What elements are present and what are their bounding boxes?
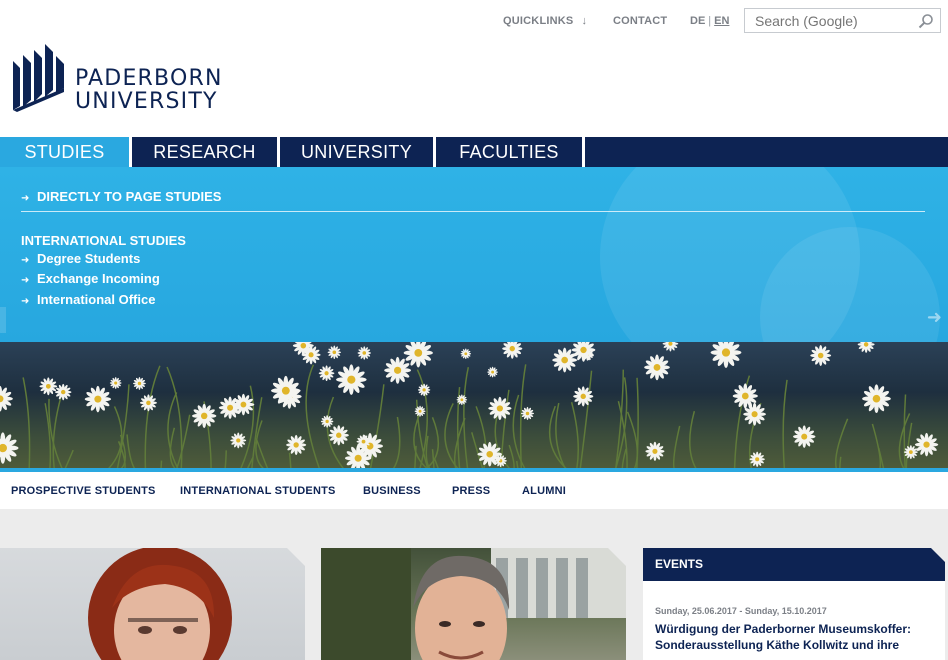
daisy-flower <box>857 342 875 353</box>
daisy-flower <box>192 403 217 429</box>
card-corner-cut <box>608 548 626 566</box>
daisy-flower <box>645 441 665 461</box>
flyout-divider <box>21 211 925 212</box>
daisy-flower <box>357 346 372 360</box>
daisy-flower <box>336 364 367 395</box>
event-title-link[interactable]: Würdigung der Paderborner Museumskoffer:… <box>655 621 940 653</box>
daisy-flower <box>793 425 816 448</box>
search-input[interactable] <box>745 9 915 32</box>
tab-studies[interactable]: STUDIES <box>0 137 129 167</box>
daisy-flower <box>552 347 578 373</box>
daisy-flower <box>54 383 72 401</box>
quicklinks-menu[interactable]: QUICKLINKS ↓ <box>503 15 587 27</box>
search-box <box>744 8 941 33</box>
arrow-right-icon: ➜ <box>21 255 30 266</box>
daisy-flower <box>0 385 13 412</box>
events-corner-cut <box>931 548 945 562</box>
tab-faculties[interactable]: FACULTIES <box>436 137 582 167</box>
international-office-label: International Office <box>37 292 156 307</box>
nav-divider <box>582 137 585 167</box>
arrow-right-icon: ➜ <box>21 193 30 204</box>
subnav-international-students[interactable]: INTERNATIONAL STUDENTS <box>180 485 336 497</box>
daisy-flower <box>384 356 412 384</box>
contact-link[interactable]: CONTACT <box>613 15 667 27</box>
main-navigation: STUDIES RESEARCH UNIVERSITY FACULTIES <box>0 137 948 167</box>
exchange-incoming-link[interactable]: ➜ Exchange Incoming <box>21 271 160 286</box>
daisy-flower <box>502 342 523 359</box>
subnav-prospective-students[interactable]: PROSPECTIVE STUDENTS <box>11 485 156 497</box>
subnav-press[interactable]: PRESS <box>452 485 490 497</box>
daisy-flower <box>644 354 670 381</box>
daisy-flower <box>810 345 832 366</box>
arrow-right-icon: ➜ <box>21 296 30 307</box>
events-panel: EVENTS Sunday, 25.06.2017 - Sunday, 15.1… <box>643 548 945 660</box>
daisy-flower <box>320 415 334 428</box>
slider-prev-handle[interactable] <box>0 307 6 333</box>
daisy-flower <box>914 432 939 457</box>
daisy-flower <box>662 342 679 352</box>
quicklinks-label: QUICKLINKS <box>503 15 574 27</box>
events-heading: EVENTS <box>643 548 945 581</box>
studies-flyout-menu: ➜ DIRECTLY TO PAGE STUDIES INTERNATIONAL … <box>0 167 948 342</box>
daisy-flower <box>139 394 157 412</box>
portrait-woman-image <box>88 548 232 660</box>
daisy-flower <box>749 451 765 467</box>
logo-line-2: UNIVERSITY <box>75 89 218 114</box>
daisy-flower <box>487 366 498 378</box>
university-logo-mark-icon <box>13 44 64 112</box>
subnav-business[interactable]: BUSINESS <box>363 485 421 497</box>
daisy-flower <box>417 383 431 397</box>
daisy-flower <box>318 365 335 382</box>
language-switcher: DE | EN <box>690 15 729 27</box>
arrow-down-icon: ↓ <box>581 15 588 27</box>
university-logo[interactable]: PADERBORN UNIVERSITY <box>13 44 221 114</box>
degree-students-label: Degree Students <box>37 251 141 266</box>
daisy-flower <box>862 384 891 414</box>
daisy-flower <box>414 405 426 417</box>
magnifier-icon[interactable] <box>918 13 934 29</box>
utility-bar: QUICKLINKS ↓ CONTACT DE | EN <box>0 0 948 42</box>
daisy-flower <box>520 406 535 421</box>
tab-research[interactable]: RESEARCH <box>132 137 277 167</box>
audience-navigation: PROSPECTIVE STUDENTS INTERNATIONAL STUDE… <box>0 472 948 509</box>
international-studies-heading: INTERNATIONAL STUDIES <box>21 233 186 248</box>
card-corner-cut <box>287 548 305 566</box>
slider-next-icon[interactable]: ➜ <box>927 307 942 328</box>
lang-en-link[interactable]: EN <box>714 15 729 27</box>
international-office-link[interactable]: ➜ International Office <box>21 292 155 307</box>
daisy-field-illustration <box>0 342 939 468</box>
daisy-flower <box>133 377 146 390</box>
directly-to-studies-link[interactable]: ➜ DIRECTLY TO PAGE STUDIES <box>21 189 221 204</box>
logo-wordmark: PADERBORN UNIVERSITY <box>75 67 223 113</box>
daisy-flower <box>903 445 918 460</box>
daisy-flower <box>460 348 472 359</box>
daisy-flower <box>84 385 112 413</box>
lang-de-link[interactable]: DE <box>690 15 705 27</box>
lang-separator: | <box>708 15 712 27</box>
daisy-flower <box>0 432 19 464</box>
daisy-flower <box>710 342 742 368</box>
subnav-alumni[interactable]: ALUMNI <box>522 485 566 497</box>
daisy-flower <box>109 377 122 389</box>
news-card-portrait-man[interactable] <box>321 548 626 660</box>
event-date: Sunday, 25.06.2017 - Sunday, 15.10.2017 <box>655 606 827 616</box>
daisy-flower <box>327 345 342 360</box>
tab-university[interactable]: UNIVERSITY <box>280 137 433 167</box>
exchange-incoming-label: Exchange Incoming <box>37 271 160 286</box>
daisy-flower <box>230 432 247 449</box>
logo-line-1: PADERBORN <box>75 66 223 91</box>
directly-to-studies-label: DIRECTLY TO PAGE STUDIES <box>37 189 222 204</box>
news-card-portrait-woman[interactable] <box>0 548 305 660</box>
daisy-flower <box>286 434 307 456</box>
daisy-flower <box>328 425 349 446</box>
hero-image-daisies <box>0 342 948 468</box>
arrow-right-icon: ➜ <box>21 275 30 286</box>
degree-students-link[interactable]: ➜ Degree Students <box>21 251 140 266</box>
daisy-flower <box>39 377 58 396</box>
portrait-man-image <box>321 548 626 660</box>
